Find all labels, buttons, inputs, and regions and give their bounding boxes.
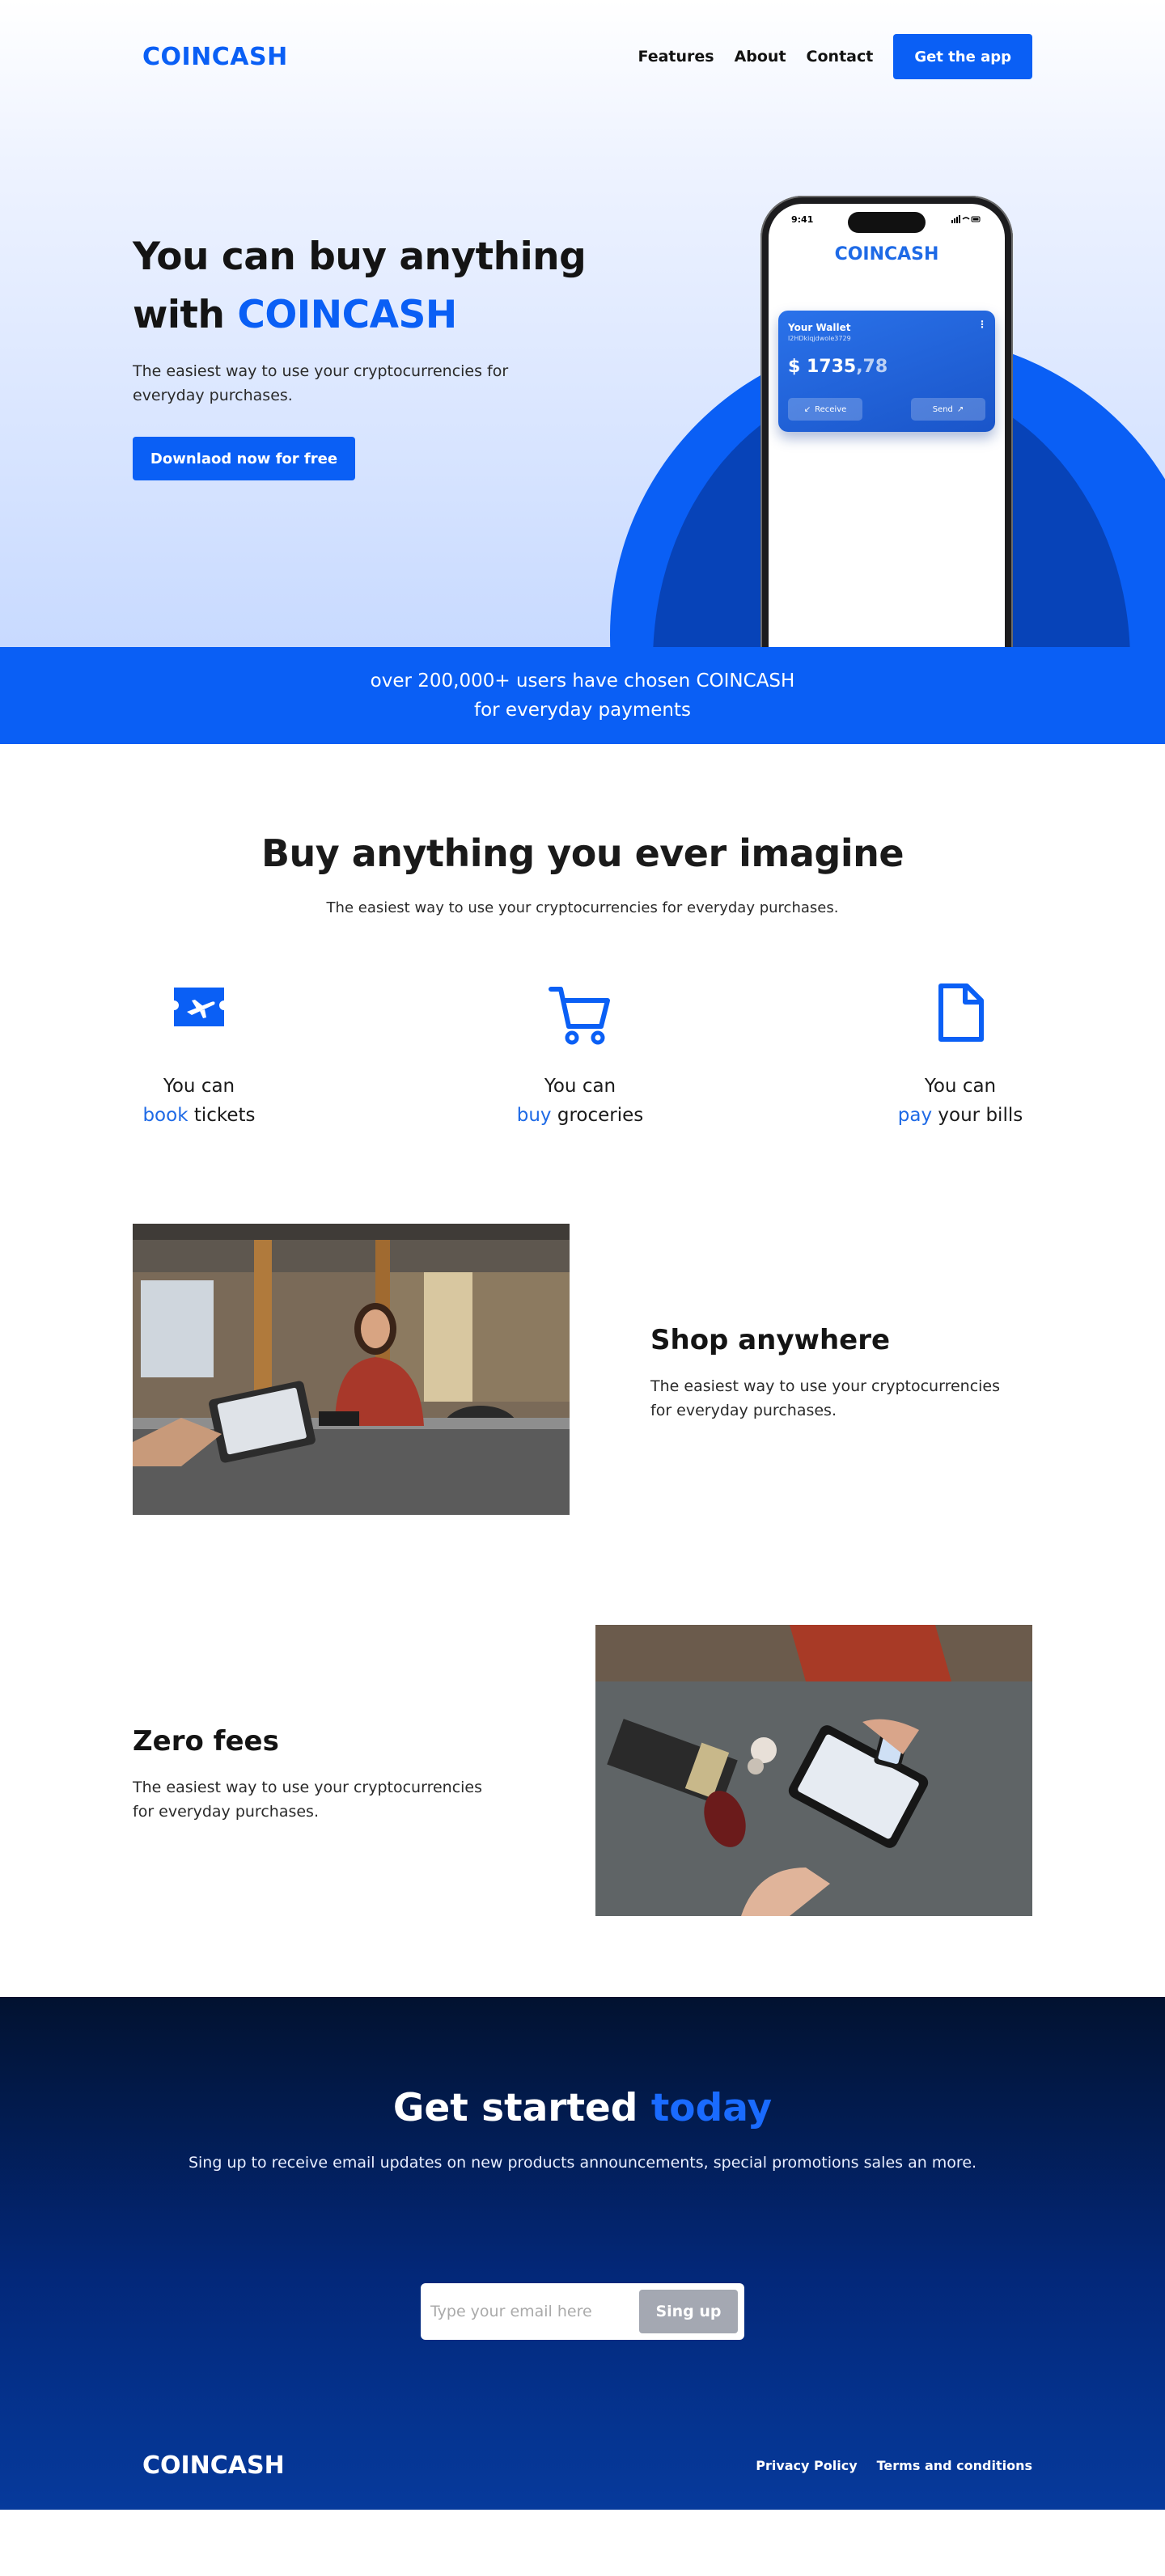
nav-link-features[interactable]: Features — [638, 48, 714, 66]
buy-section: Buy anything you ever imagine The easies… — [0, 831, 1165, 1209]
banner-line2: for everyday payments — [474, 700, 691, 721]
fees-title: Zero fees — [133, 1725, 279, 1758]
footer-links: Privacy Policy Terms and conditions — [756, 2458, 1032, 2473]
nav-link-contact[interactable]: Contact — [807, 48, 874, 66]
feature-groceries-text: You can buy groceries — [459, 1072, 701, 1130]
cta-title-prefix: Get started — [392, 2086, 651, 2130]
wallet-actions: ↙ Receive Send ↗ — [788, 398, 985, 421]
shopping-cart-icon — [459, 983, 701, 1052]
wallet-title: Your Wallet — [788, 322, 851, 333]
feature-bills-rest: your bills — [932, 1105, 1023, 1126]
phone-app-logo: COINCASH — [834, 244, 939, 264]
feature-tickets-accent: book — [142, 1105, 189, 1126]
hero-title: You can buy anything with COINCASH — [133, 228, 618, 345]
more-vertical-icon[interactable]: ⋮ — [977, 319, 987, 330]
cta-subtitle: Sing up to receive email updates on new … — [188, 2154, 977, 2172]
banner-line1: over 200,000+ users have chosen COINCASH — [370, 670, 795, 692]
phone-mockup: 9:41 COINCASH Your Wallet l2HDkiqjdwole3… — [760, 196, 1013, 647]
feature-groceries-accent: buy — [516, 1105, 552, 1126]
feature-groceries-rest: groceries — [551, 1105, 644, 1126]
feature-tickets-line1: You can — [163, 1076, 235, 1097]
feature-tickets: You can book tickets — [78, 983, 320, 1130]
hero-title-line1: You can buy anything — [133, 235, 587, 279]
feature-bills-line1: You can — [924, 1076, 997, 1097]
shop-counter-photo — [133, 1224, 570, 1515]
brand-logo[interactable]: COINCASH — [133, 43, 288, 71]
nav-links: Features About Contact Get the app — [638, 34, 1032, 79]
phone-notch — [848, 212, 926, 233]
ticket-plane-icon — [78, 983, 320, 1052]
privacy-policy-link[interactable]: Privacy Policy — [756, 2458, 857, 2473]
document-icon — [839, 983, 1082, 1052]
feature-tickets-rest: tickets — [188, 1105, 256, 1126]
hero-section: COINCASH Features About Contact Get the … — [0, 0, 1165, 647]
wallet-card: Your Wallet l2HDkiqjdwole3729 ⋮ $ 1735,7… — [778, 311, 995, 432]
shop-text: The easiest way to use your cryptocurren… — [650, 1377, 1001, 1419]
arrow-up-right-icon: ↗ — [956, 404, 964, 414]
signup-button[interactable]: Sing up — [639, 2290, 738, 2333]
top-nav: COINCASH Features About Contact Get the … — [133, 34, 1032, 79]
send-label: Send — [932, 404, 953, 414]
signup-form: Sing up — [421, 2283, 744, 2340]
footer-cta: Get started today Sing up to receive ema… — [0, 1997, 1165, 2510]
get-app-button[interactable]: Get the app — [893, 34, 1032, 79]
wallet-balance-cents: ,78 — [856, 357, 888, 377]
wallet-balance-main: $ 1735 — [788, 357, 857, 377]
feature-bills-accent: pay — [897, 1105, 933, 1126]
hero-title-accent: COINCASH — [237, 293, 457, 337]
hero-subtitle: The easiest way to use your cryptocurren… — [133, 362, 509, 404]
receive-button[interactable]: ↙ Receive — [788, 398, 862, 421]
cta-title-accent: today — [650, 2086, 773, 2130]
shop-section: Shop anywhere The easiest way to use you… — [0, 1224, 1165, 1515]
feature-groceries: You can buy groceries — [459, 983, 701, 1130]
phone-status-icons — [951, 215, 981, 226]
signal-wifi-battery-icons — [951, 215, 981, 223]
feature-tickets-text: You can book tickets — [78, 1072, 320, 1130]
tablet-payment-photo — [595, 1625, 1032, 1916]
buy-title: Buy anything you ever imagine — [261, 831, 904, 875]
fees-section: Zero fees The easiest way to use your cr… — [0, 1625, 1165, 1916]
features-row: You can book tickets You can buy groceri… — [0, 983, 1165, 1209]
download-button[interactable]: Downlaod now for free — [133, 437, 355, 480]
hero-title-prefix: with — [133, 293, 238, 337]
nav-link-about[interactable]: About — [735, 48, 786, 66]
cta-title: Get started today — [0, 2086, 1165, 2130]
wallet-balance: $ 1735,78 — [788, 357, 985, 377]
arrow-down-left-icon: ↙ — [803, 404, 811, 414]
phone-screen: 9:41 COINCASH Your Wallet l2HDkiqjdwole3… — [769, 204, 1005, 647]
buy-subtitle: The easiest way to use your cryptocurren… — [326, 899, 839, 916]
footer-logo[interactable]: COINCASH — [142, 2451, 285, 2480]
users-banner: over 200,000+ users have chosen COINCASH… — [0, 647, 1165, 744]
feature-bills-text: You can pay your bills — [839, 1072, 1082, 1130]
phone-time: 9:41 — [791, 214, 814, 225]
fees-text: The easiest way to use your cryptocurren… — [133, 1779, 483, 1821]
shop-title: Shop anywhere — [650, 1324, 891, 1356]
email-input[interactable] — [427, 2303, 639, 2320]
feature-bills: You can pay your bills — [839, 983, 1082, 1130]
wallet-id: l2HDkiqjdwole3729 — [788, 335, 851, 342]
receive-label: Receive — [815, 404, 847, 414]
terms-link[interactable]: Terms and conditions — [877, 2458, 1032, 2473]
feature-groceries-line1: You can — [544, 1076, 616, 1097]
send-button[interactable]: Send ↗ — [911, 398, 985, 421]
